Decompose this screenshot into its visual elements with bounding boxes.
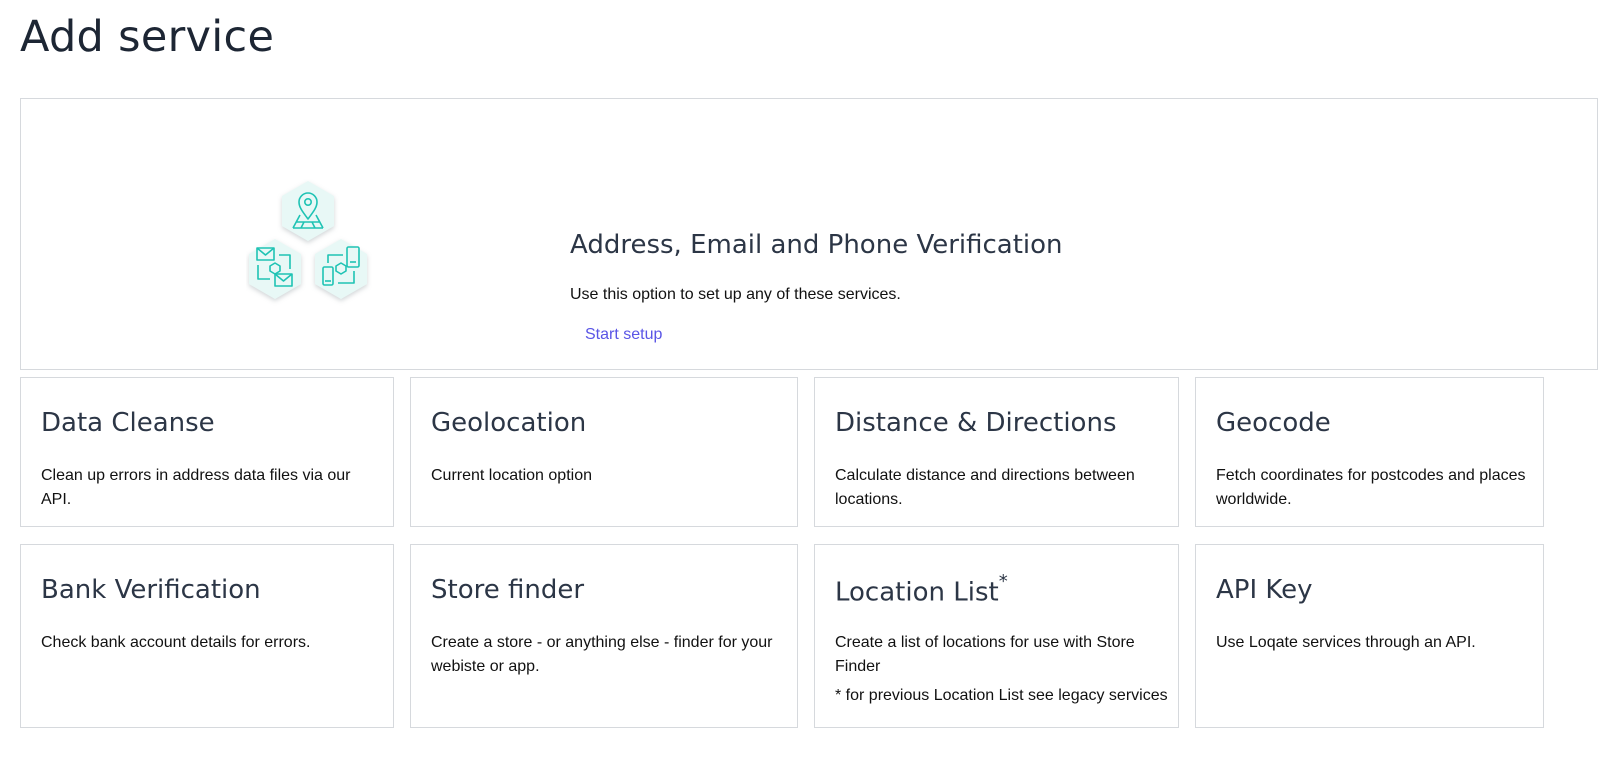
- email-icon: [249, 239, 301, 299]
- service-card-data-cleanse[interactable]: Data Cleanse Clean up errors in address …: [20, 377, 394, 527]
- address-email-phone-card: Address, Email and Phone Verification Us…: [20, 98, 1598, 370]
- service-title: Geocode: [1216, 408, 1331, 438]
- verification-services-illustration: [249, 181, 367, 299]
- hero-description: Use this option to set up any of these s…: [570, 286, 901, 303]
- page-title: Add service: [20, 12, 275, 62]
- service-card-geocode[interactable]: Geocode Fetch coordinates for postcodes …: [1195, 377, 1544, 527]
- service-title: Location List*: [835, 571, 1008, 608]
- service-title: API Key: [1216, 575, 1313, 605]
- service-card-geolocation[interactable]: Geolocation Current location option: [410, 377, 798, 527]
- service-title: Store finder: [431, 575, 585, 605]
- service-description: Create a list of locations for use with …: [835, 634, 1135, 675]
- service-description: Clean up errors in address data files vi…: [41, 467, 351, 508]
- service-title: Distance & Directions: [835, 408, 1117, 438]
- service-description: Current location option: [431, 467, 592, 484]
- service-title-text: Location List: [835, 577, 999, 608]
- service-title: Bank Verification: [41, 575, 261, 605]
- service-card-store-finder[interactable]: Store finder Create a store - or anythin…: [410, 544, 798, 728]
- map-pin-icon: [282, 181, 334, 241]
- service-description: Calculate distance and directions betwee…: [835, 467, 1135, 508]
- service-card-location-list[interactable]: Location List* Create a list of location…: [814, 544, 1179, 728]
- service-title: Geolocation: [431, 408, 587, 438]
- service-card-distance-directions[interactable]: Distance & Directions Calculate distance…: [814, 377, 1179, 527]
- start-setup-link[interactable]: Start setup: [585, 326, 662, 344]
- service-description: Fetch coordinates for postcodes and plac…: [1216, 467, 1526, 508]
- service-card-bank-verification[interactable]: Bank Verification Check bank account det…: [20, 544, 394, 728]
- service-description: Check bank account details for errors.: [41, 634, 311, 651]
- legacy-note: * for previous Location List see legacy …: [835, 687, 1168, 704]
- hero-title: Address, Email and Phone Verification: [570, 230, 1063, 260]
- phone-icon: [315, 239, 367, 299]
- service-description: Create a store - or anything else - find…: [431, 634, 773, 675]
- service-title: Data Cleanse: [41, 408, 215, 438]
- asterisk-mark: *: [998, 571, 1008, 592]
- service-description: Use Loqate services through an API.: [1216, 634, 1476, 651]
- service-card-api-key[interactable]: API Key Use Loqate services through an A…: [1195, 544, 1544, 728]
